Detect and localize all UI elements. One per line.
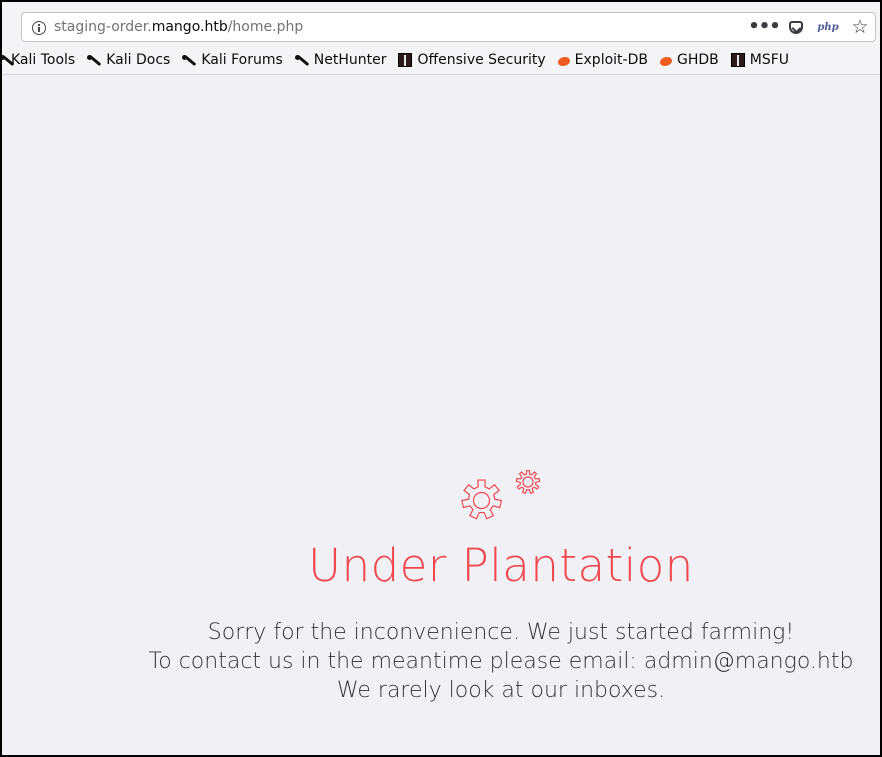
bookmark-msfu[interactable]: MSFU bbox=[730, 52, 789, 68]
pocket-icon bbox=[789, 20, 803, 34]
large-gear-icon bbox=[461, 479, 503, 520]
kali-dragon-icon bbox=[182, 53, 196, 67]
bookmark-label: Exploit-DB bbox=[574, 52, 648, 68]
gears-icon bbox=[461, 470, 541, 520]
browser-toolbar: staging-order.mango.htb/home.php ••• php… bbox=[2, 2, 880, 75]
bookmarks-toolbar: Kali Tools Kali Docs Kali Forums NetHunt… bbox=[2, 48, 801, 72]
address-bar[interactable]: staging-order.mango.htb/home.php ••• php… bbox=[21, 12, 876, 42]
bookmark-label: Kali Docs bbox=[106, 52, 171, 68]
apology-message: Sorry for the inconvenience. We just sta… bbox=[207, 620, 795, 645]
contact-message: To contact us in the meantime please ema… bbox=[148, 649, 854, 674]
bookmark-kali-docs[interactable]: Kali Docs bbox=[87, 52, 170, 68]
kali-dragon-icon bbox=[2, 53, 6, 67]
address-url[interactable]: staging-order.mango.htb/home.php bbox=[54, 19, 303, 35]
inbox-message: We rarely look at our inboxes. bbox=[336, 678, 666, 703]
page-title: Under Plantation bbox=[308, 539, 694, 592]
kali-dragon-icon bbox=[294, 53, 309, 67]
offsec-icon bbox=[398, 53, 413, 67]
page-content: Under Plantation Sorry for the inconveni… bbox=[2, 75, 880, 755]
browser-window: staging-order.mango.htb/home.php ••• php… bbox=[0, 0, 882, 757]
php-extension-icon[interactable]: php bbox=[817, 16, 839, 38]
bookmark-kali-tools[interactable]: Kali Tools bbox=[2, 52, 75, 68]
bookmark-label: MSFU bbox=[749, 52, 789, 68]
site-info-icon[interactable] bbox=[32, 21, 46, 35]
bookmark-exploit-db[interactable]: Exploit-DB bbox=[557, 52, 648, 68]
bookmark-label: Kali Forums bbox=[201, 52, 283, 68]
bookmark-ghdb[interactable]: GHDB bbox=[659, 52, 719, 68]
bookmark-label: GHDB bbox=[676, 52, 719, 68]
offsec-icon bbox=[730, 53, 745, 67]
bookmark-label: NetHunter bbox=[313, 52, 387, 68]
bookmark-nethunter[interactable]: NetHunter bbox=[294, 52, 387, 68]
url-actions: ••• php ☆ bbox=[748, 16, 871, 38]
kali-dragon-icon bbox=[87, 53, 101, 67]
exploitdb-icon bbox=[557, 56, 570, 66]
page-actions-icon[interactable]: ••• bbox=[748, 16, 781, 38]
small-gear-icon bbox=[515, 470, 541, 495]
bookmark-star-icon[interactable]: ☆ bbox=[849, 16, 871, 38]
url-host: mango.htb bbox=[151, 19, 228, 35]
url-path: /home.php bbox=[227, 19, 304, 35]
bookmark-kali-forums[interactable]: Kali Forums bbox=[182, 52, 283, 68]
pocket-button[interactable] bbox=[785, 16, 807, 38]
exploitdb-icon bbox=[659, 56, 672, 66]
bookmark-label: Kali Tools bbox=[11, 52, 76, 68]
bookmark-offensive-security[interactable]: Offensive Security bbox=[398, 52, 546, 68]
url-prefix: staging-order. bbox=[54, 19, 152, 35]
bookmark-label: Offensive Security bbox=[417, 52, 546, 68]
